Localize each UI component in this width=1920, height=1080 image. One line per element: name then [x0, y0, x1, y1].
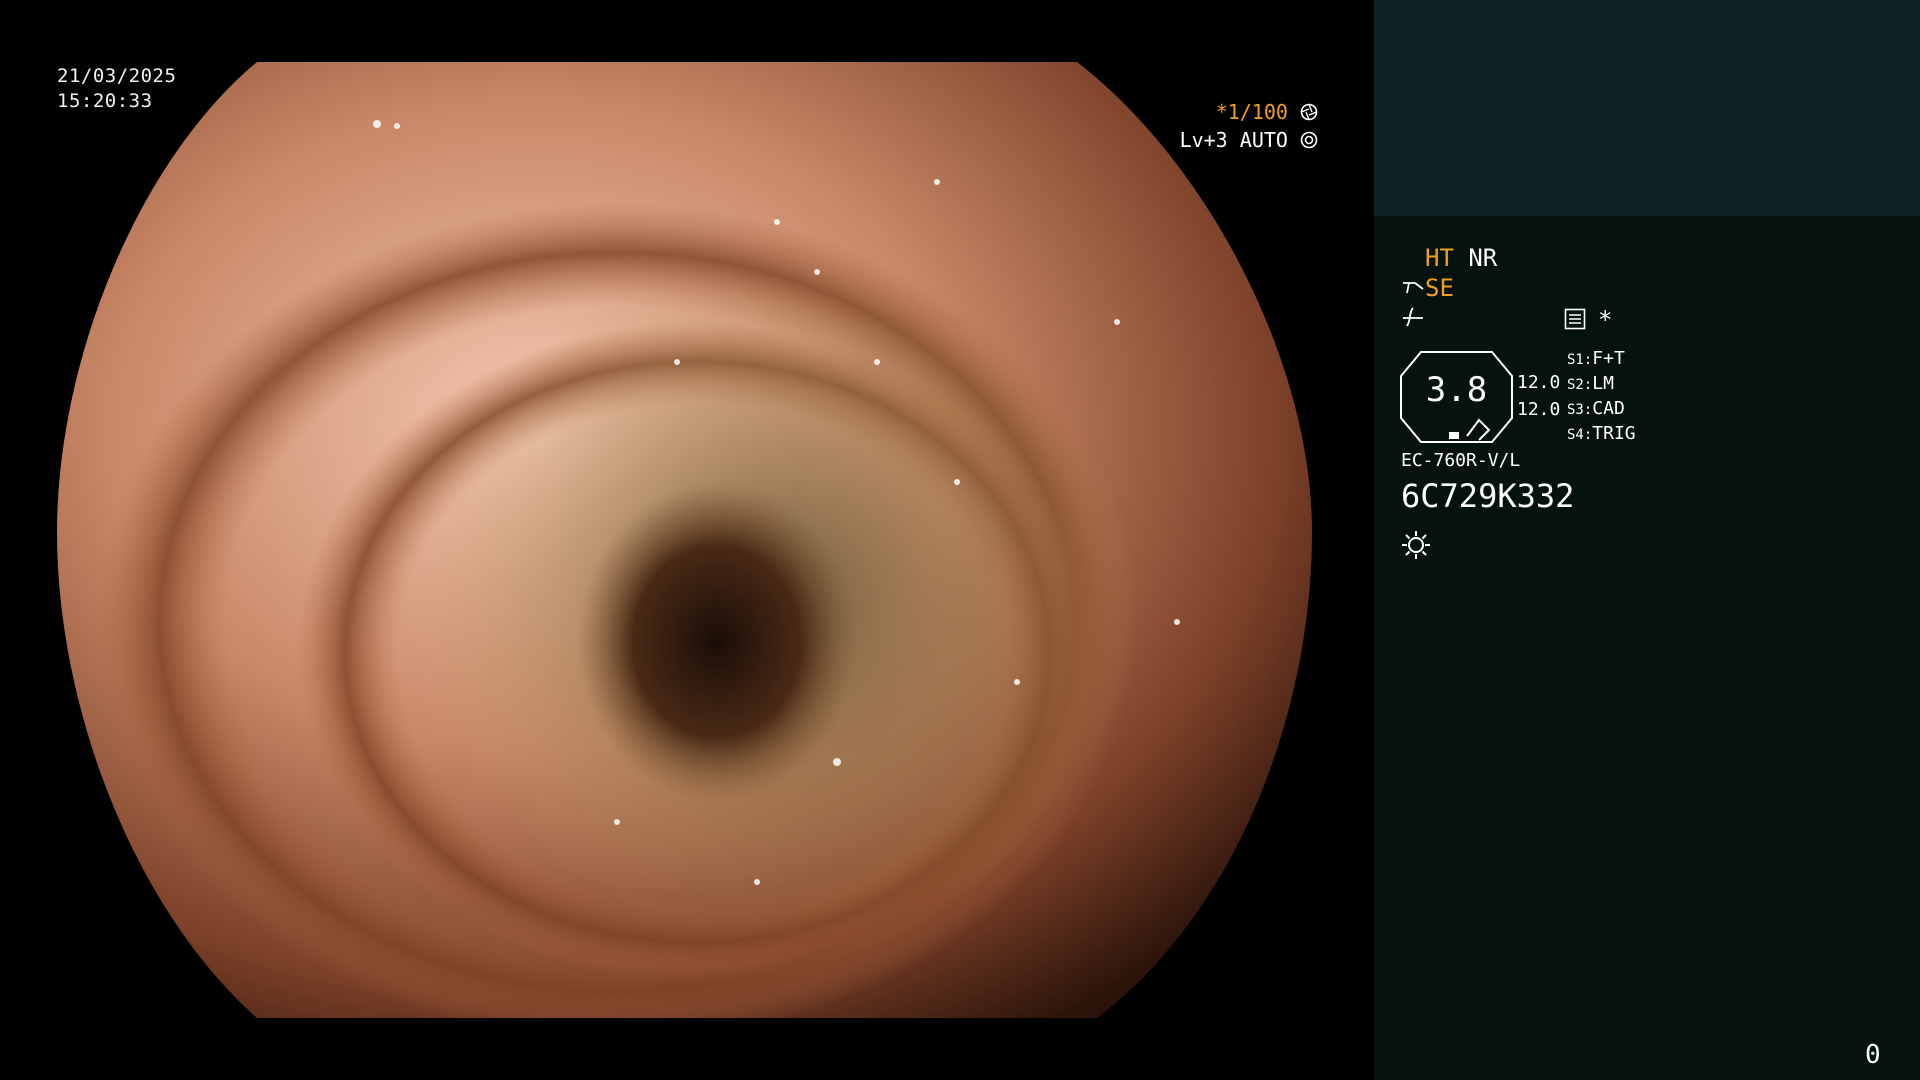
menu-star: *	[1598, 306, 1613, 334]
wave-icon	[1401, 306, 1425, 332]
switch-list: S1:F+T S2:LM S3:CAD S4:TRIG	[1567, 348, 1636, 448]
iris-mode: AUTO	[1239, 128, 1288, 152]
ht-label: HT	[1425, 244, 1454, 272]
info-panel	[1374, 216, 1920, 1080]
switch-label: F+T	[1592, 348, 1625, 369]
iris-icon	[1300, 126, 1318, 154]
zoom-indicator: 3.8	[1399, 350, 1514, 444]
switch-label: CAD	[1592, 398, 1625, 419]
time-text: 15:20:33	[57, 90, 153, 112]
switch-item: S4:TRIG	[1567, 423, 1636, 448]
menu-list-icon	[1564, 308, 1586, 334]
switch-key: S2:	[1567, 377, 1593, 393]
zoom-value: 3.8	[1425, 370, 1488, 410]
aperture-icon	[1300, 98, 1318, 126]
shutter-readout: *1/100	[1150, 98, 1318, 126]
nr-label: NR	[1468, 244, 1498, 272]
date-text: 21/03/2025	[57, 65, 177, 87]
switch-item: S2:LM	[1567, 373, 1636, 398]
zoom-level-bottom: 12.0	[1517, 399, 1561, 420]
panel-top	[1374, 0, 1920, 216]
switch-key: S4:	[1567, 427, 1593, 443]
switch-label: TRIG	[1592, 423, 1636, 444]
iris-readout: Lv+3 AUTO	[1150, 126, 1318, 154]
switch-item: S1:F+T	[1567, 348, 1636, 373]
switch-key: S3:	[1567, 402, 1593, 418]
switch-item: S3:CAD	[1567, 398, 1636, 423]
se-label: SE	[1425, 274, 1454, 302]
endoscopic-image	[57, 62, 1312, 1018]
shutter-value: *1/100	[1215, 100, 1288, 124]
zoom-level-top: 12.0	[1517, 372, 1561, 393]
scope-serial: 6C729K332	[1401, 477, 1575, 515]
scope-model: EC-760R-V/L	[1401, 450, 1521, 471]
mode-row-2: SE	[1401, 274, 1454, 302]
scope-tip-icon	[1401, 274, 1425, 302]
switch-label: LM	[1592, 373, 1614, 394]
frame-counter: 0	[1865, 1040, 1881, 1070]
iris-level: Lv+3	[1179, 128, 1228, 152]
light-sun-icon	[1401, 530, 1431, 564]
switch-key: S1:	[1567, 352, 1593, 368]
endoscope-view: 21/03/2025 15:20:33 *1/100 Lv+3 AUTO	[0, 0, 1374, 1080]
mode-row-1: HT NR	[1425, 244, 1497, 272]
